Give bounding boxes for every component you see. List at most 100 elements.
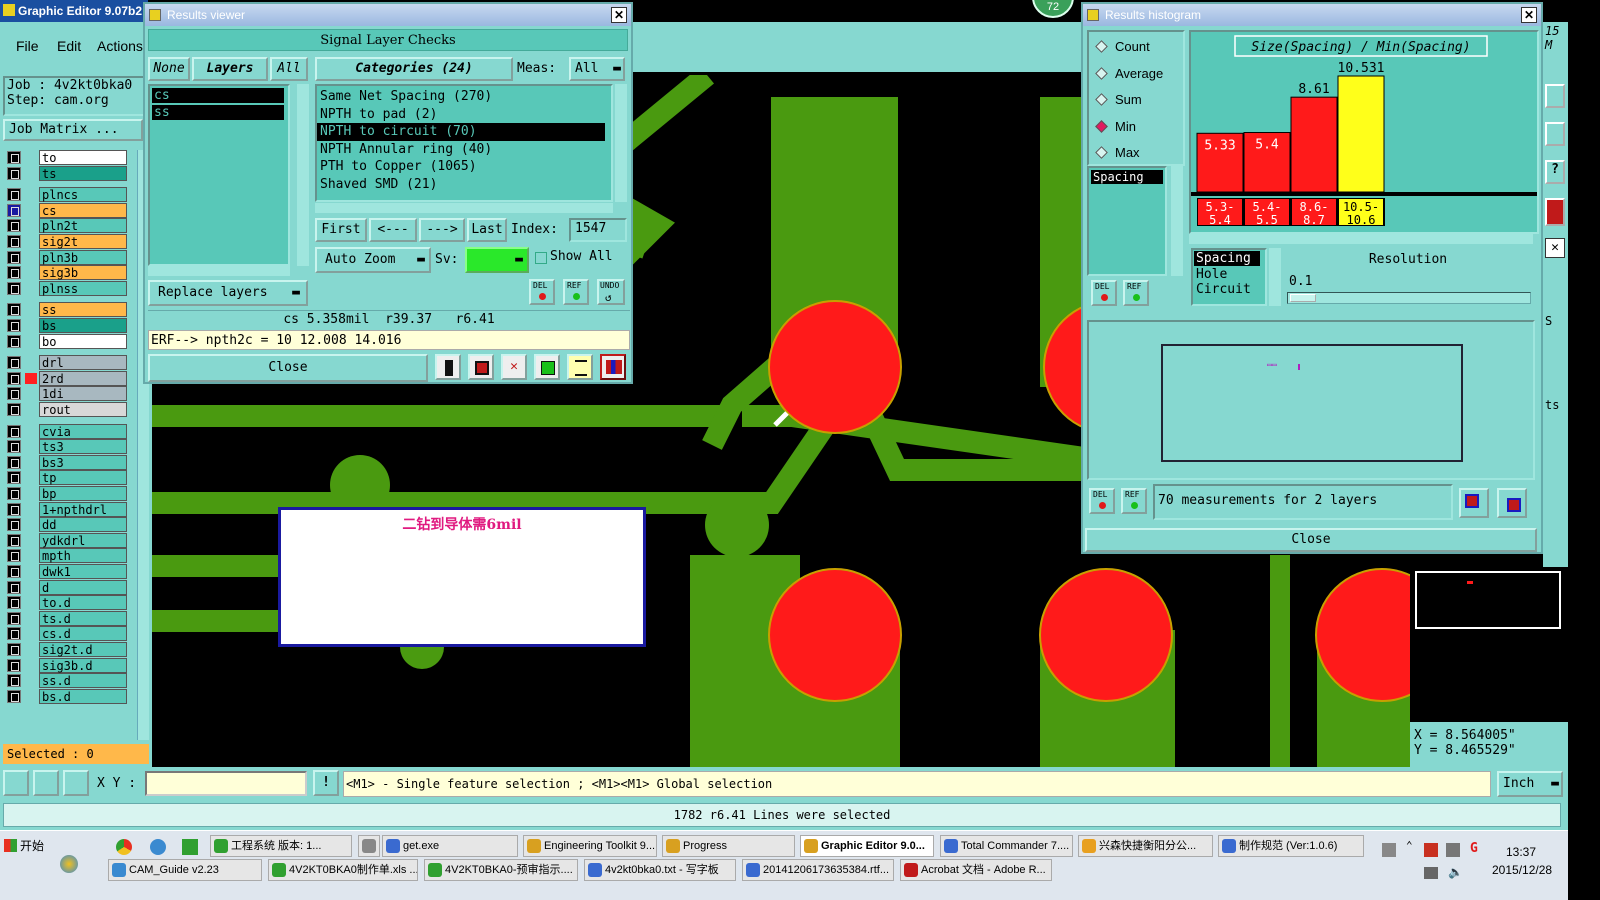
taskbar-item[interactable]: CAM_Guide v2.23	[108, 859, 262, 881]
taskbar-item[interactable]: Graphic Editor 9.0...	[800, 835, 934, 857]
tray-icon[interactable]: G	[1470, 841, 1478, 856]
taskbar-item[interactable]: 4V2KT0BKA0-预审指示....	[424, 859, 578, 881]
layer-checkbox[interactable]	[7, 319, 21, 332]
slider-thumb[interactable]	[1290, 294, 1316, 302]
categories-header[interactable]: Categories (24)	[315, 57, 513, 81]
layer-row-bs-d[interactable]: bs.d	[7, 688, 127, 704]
zoom-out-icon[interactable]	[1497, 488, 1527, 518]
close-icon[interactable]: ✕	[1545, 238, 1565, 258]
tab-layers[interactable]: Layers	[192, 57, 268, 81]
help-icon[interactable]: ?	[1545, 160, 1565, 184]
layer-row-ts-d[interactable]: ts.d	[7, 610, 127, 626]
taskbar-item[interactable]: 制作规范 (Ver:1.0.6)	[1218, 835, 1364, 857]
layer-row-dwk1[interactable]: dwk1	[7, 564, 127, 579]
histogram-item[interactable]: Spacing	[1091, 170, 1163, 184]
index-field[interactable]: 1547	[569, 218, 627, 242]
tab-none[interactable]: None	[148, 57, 190, 81]
start-button[interactable]: 开始	[2, 835, 50, 857]
layer-checkbox[interactable]	[7, 455, 21, 469]
categories-hscroll[interactable]	[315, 203, 613, 213]
ie-icon[interactable]	[150, 839, 166, 855]
category-item[interactable]: Shaved SMD (21)	[317, 176, 611, 194]
layer-row-ydkdrl[interactable]: ydkdrl	[7, 532, 127, 548]
layer-checkbox[interactable]	[7, 166, 21, 180]
layer-checkbox[interactable]	[7, 250, 21, 264]
layer-name[interactable]: plnss	[39, 280, 127, 296]
layer-name[interactable]: plncs	[39, 187, 127, 203]
ref-icon[interactable]: REF	[1123, 280, 1149, 306]
layer-checkbox[interactable]	[7, 549, 21, 563]
histogram-close-button[interactable]: Close	[1085, 528, 1537, 552]
categories-scrollbar[interactable]	[615, 84, 627, 202]
layer-name[interactable]: ts3	[39, 439, 127, 455]
tool-icon[interactable]	[1545, 122, 1565, 146]
layer-row-ss[interactable]: ss	[7, 302, 127, 318]
layer-checkbox[interactable]	[7, 188, 21, 202]
sv-color-select[interactable]: ▬	[465, 247, 529, 273]
layer-name[interactable]: ss.d	[39, 673, 127, 689]
class-item-circuit[interactable]: Circuit	[1193, 282, 1265, 297]
layer-checkbox[interactable]	[7, 403, 21, 416]
prev-button[interactable]: <---	[369, 218, 417, 242]
layer-row-1di[interactable]: 1di	[7, 386, 127, 402]
layer-checkbox[interactable]	[7, 689, 21, 703]
taskbar-item[interactable]: Total Commander 7....	[940, 835, 1073, 857]
layer-name[interactable]: pln2t	[39, 218, 127, 234]
layer-checkbox[interactable]	[7, 502, 21, 516]
layer-name[interactable]: ss	[39, 302, 127, 318]
categories-list[interactable]: Same Net Spacing (270) NPTH to pad (2) NPT…	[315, 84, 613, 202]
annotation-box[interactable]: 二钻到导体需6mil	[278, 507, 646, 647]
layer-name[interactable]: to.d	[39, 595, 127, 611]
app-icon[interactable]	[182, 839, 198, 855]
layer-checkbox[interactable]	[7, 440, 21, 454]
histogram-bar[interactable]	[1337, 75, 1385, 193]
layer-name[interactable]: ydkdrl	[39, 532, 127, 548]
layer-name[interactable]: 1di	[39, 386, 127, 402]
layer-checkbox[interactable]	[7, 471, 21, 485]
layer-row-2rd[interactable]: 2rd	[7, 370, 127, 386]
layer-row-dd[interactable]: dd	[7, 517, 127, 533]
report-icon[interactable]	[567, 354, 593, 380]
chrome-icon[interactable]	[116, 839, 132, 855]
layer-checkbox[interactable]	[7, 533, 21, 547]
layer-checkbox[interactable]	[7, 487, 21, 500]
chart-hscroll[interactable]	[1189, 234, 1533, 244]
undo-icon[interactable]: UNDO ↺	[597, 279, 625, 305]
layer-name[interactable]: dwk1	[39, 564, 127, 579]
mode-radio-max[interactable]: Max	[1093, 143, 1140, 163]
layer-checkbox[interactable]	[7, 219, 21, 233]
layer-name[interactable]: cs.d	[39, 626, 127, 642]
last-button[interactable]: Last	[467, 218, 507, 242]
network-icon[interactable]	[1424, 867, 1438, 879]
taskbar-item[interactable]: 20141206173635384.rtf...	[742, 859, 894, 881]
layer-name[interactable]: bo	[39, 333, 127, 349]
layer-checkbox[interactable]	[7, 235, 21, 248]
layer-row-sig2t-d[interactable]: sig2t.d	[7, 642, 127, 657]
layer-checkbox[interactable]	[7, 281, 21, 295]
layer-name[interactable]: tp	[39, 470, 127, 486]
auto-zoom-select[interactable]: Auto Zoom ▬	[315, 247, 431, 273]
layer-name[interactable]: rout	[39, 402, 127, 417]
job-matrix-button[interactable]: Job Matrix ...	[3, 119, 143, 141]
del-icon[interactable]: DEL	[529, 279, 555, 305]
tray-icon[interactable]	[1382, 843, 1396, 857]
tab-all[interactable]: All	[270, 57, 308, 81]
taskbar-item[interactable]: 4V2KT0BKA0制作单.xls ...	[268, 859, 418, 881]
layer-checkbox[interactable]	[7, 580, 21, 594]
layer-results-list[interactable]: cs ss	[148, 84, 290, 266]
layer-row-rout[interactable]: rout	[7, 402, 127, 417]
taskbar-item[interactable]: 兴森快捷衡阳分公...	[1078, 835, 1213, 857]
layer-name[interactable]: d	[39, 579, 127, 595]
zoom-in-icon[interactable]	[1459, 488, 1489, 518]
layer-checkbox[interactable]	[7, 627, 21, 641]
layer-checkbox[interactable]	[7, 596, 21, 610]
measure-tool-icon[interactable]	[33, 770, 59, 796]
layer-row-sig3b[interactable]: sig3b	[7, 265, 127, 281]
layer-row-tp[interactable]: tp	[7, 470, 127, 486]
layer-row-bs3[interactable]: bs3	[7, 454, 127, 470]
layer-result-item[interactable]: ss	[152, 105, 284, 120]
layer-row-ts[interactable]: ts	[7, 165, 127, 181]
taskbar-item[interactable]: 工程系统 版本: 1...	[210, 835, 352, 857]
del-icon[interactable]: DEL	[1089, 488, 1115, 514]
menu-edit[interactable]: Edit	[57, 38, 81, 54]
